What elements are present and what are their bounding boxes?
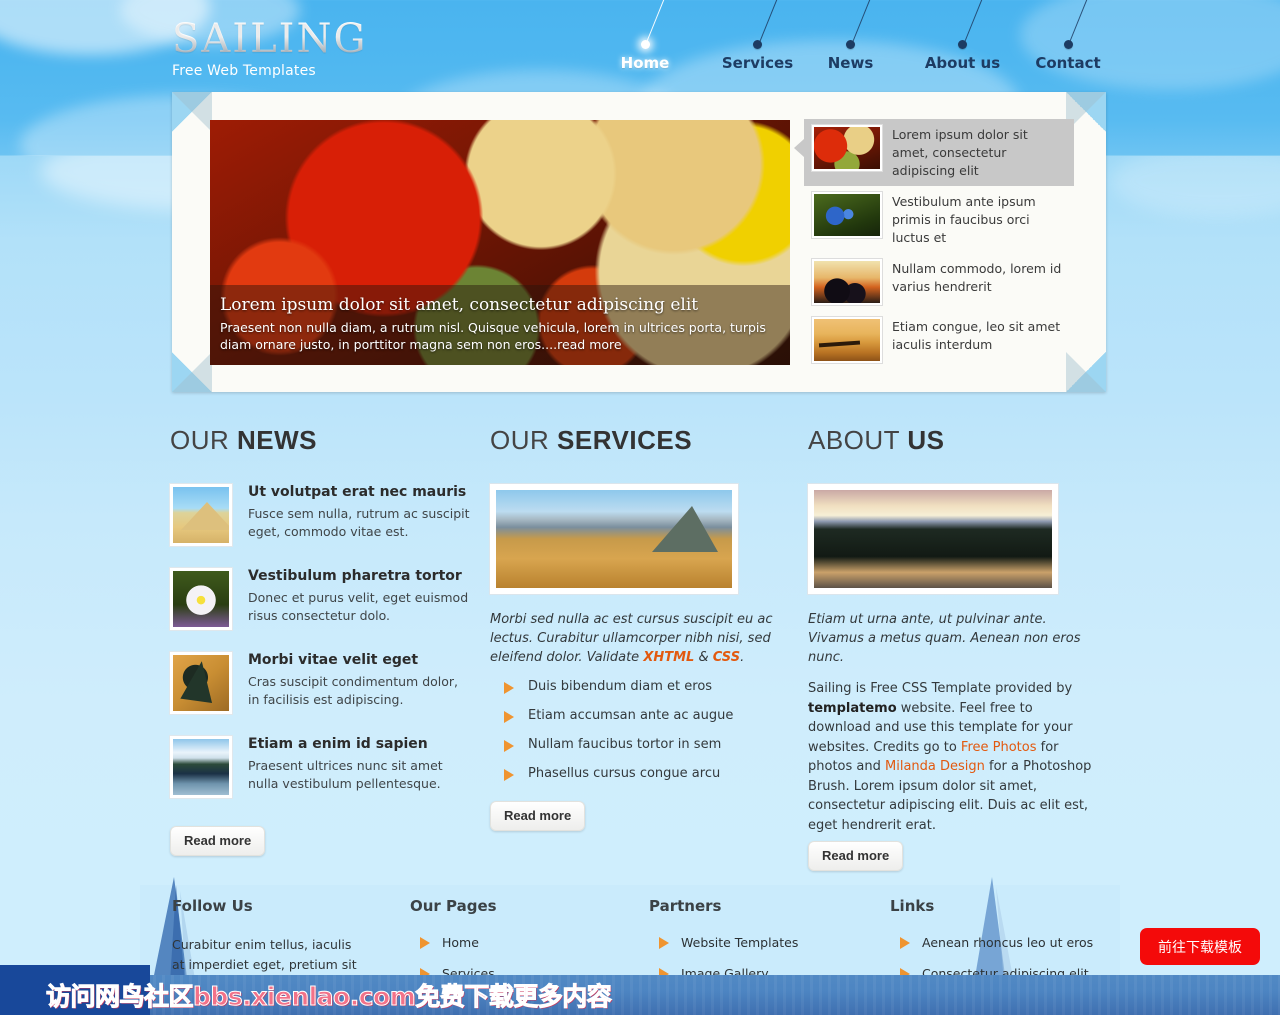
news-list-item[interactable]: Morbi vitae velit eget Cras suscipit con… <box>170 652 470 714</box>
news-item-title: Ut volutpat erat nec mauris <box>248 484 467 500</box>
nav-item-about-us[interactable]: About us <box>910 0 1015 72</box>
footer-link-item[interactable]: Aenean rhoncus leo ut eros <box>890 935 1094 966</box>
news-item-text: Cras suscipit condimentum dolor, in faci… <box>248 674 459 707</box>
slider-panel: Lorem ipsum dolor sit amet, consectetur … <box>172 92 1106 392</box>
services-column: OUR SERVICES Morbi sed nulla ac est curs… <box>490 425 790 831</box>
news-item-title: Vestibulum pharetra tortor <box>248 568 462 584</box>
slider-thumb-item[interactable]: Lorem ipsum dolor sit amet, consectetur … <box>794 119 1074 186</box>
nav-label: Contact <box>1035 54 1101 72</box>
services-intro: Morbi sed nulla ac est cursus suscipit e… <box>490 610 790 667</box>
about-intro: Etiam ut urna ante, ut pulvinar ante. Vi… <box>808 612 1081 665</box>
services-image <box>490 484 738 594</box>
news-item-image <box>170 652 232 714</box>
news-item-title: Morbi vitae velit eget <box>248 652 419 668</box>
news-item-text: Donec et purus velit, eget euismod risus… <box>248 590 469 623</box>
thumb-label: Lorem ipsum dolor sit amet, consectetur … <box>892 127 1028 178</box>
footer-heading: Follow Us <box>172 897 253 915</box>
rigging-line-icon <box>850 0 878 46</box>
thumb-label: Etiam congue, leo sit amet iaculis inter… <box>892 319 1061 352</box>
about-image <box>808 484 1058 594</box>
news-item-text: Fusce sem nulla, rutrum ac suscipit eget… <box>248 506 470 539</box>
templatemo-brand: templatemo <box>808 700 897 716</box>
rigging-line-icon <box>962 0 990 46</box>
slider-main-image[interactable]: Lorem ipsum dolor sit amet, consectetur … <box>210 120 790 365</box>
about-body-1: Sailing is Free CSS Template provided by <box>808 681 1073 696</box>
thumb-image <box>811 124 883 172</box>
news-column: OUR NEWS Ut volutpat erat nec mauris Fus… <box>170 425 470 856</box>
footer-heading: Partners <box>649 897 722 915</box>
watermark-text: 访问网鸟社区bbs.xienlao.com免费下载更多内容 <box>45 982 612 1012</box>
services-read-more-button[interactable]: Read more <box>490 801 586 831</box>
news-item-image <box>170 568 232 630</box>
free-photos-link[interactable]: Free Photos <box>961 740 1037 755</box>
nav-label: News <box>827 54 874 72</box>
slider-thumb-item[interactable]: Etiam congue, leo sit amet iaculis inter… <box>804 311 1074 369</box>
panel-corner-fold <box>172 92 212 132</box>
nav-label: Services <box>721 54 794 72</box>
nav-item-contact[interactable]: Contact <box>1022 0 1114 72</box>
css-link[interactable]: CSS <box>713 650 740 665</box>
rigging-line-icon <box>1068 0 1096 46</box>
panel-corner-fold <box>172 352 212 392</box>
news-item-text: Praesent ultrices nunc sit amet nulla ve… <box>248 758 443 791</box>
news-read-more-button[interactable]: Read more <box>170 826 266 856</box>
nav-label: Home <box>620 54 670 72</box>
logo-text: SAILING <box>172 16 368 62</box>
services-heading-bold: SERVICES <box>557 425 693 455</box>
news-item-image <box>170 736 232 798</box>
thumb-image <box>811 258 883 306</box>
about-heading-bold: US <box>907 425 945 455</box>
slider-thumb-item[interactable]: Nullam commodo, lorem id varius hendreri… <box>804 253 1074 311</box>
milanda-design-link[interactable]: Milanda Design <box>885 759 985 774</box>
thumb-image <box>811 191 883 239</box>
logo-tagline: Free Web Templates <box>172 63 316 79</box>
site-logo[interactable]: SAILING Free Web Templates <box>172 18 367 79</box>
nav-item-home[interactable]: Home <box>600 0 690 72</box>
slider-title: Lorem ipsum dolor sit amet, consectetur … <box>220 295 699 315</box>
thumb-image <box>811 316 883 364</box>
news-list-item[interactable]: Ut volutpat erat nec mauris Fusce sem nu… <box>170 484 470 546</box>
thumb-label: Vestibulum ante ipsum primis in faucibus… <box>892 194 1036 245</box>
news-heading-light: OUR <box>170 425 230 455</box>
nav-label: About us <box>924 54 1001 72</box>
services-intro-after: . <box>740 650 745 665</box>
footer-heading: Our Pages <box>410 897 497 915</box>
news-list-item[interactable]: Vestibulum pharetra tortor Donec et puru… <box>170 568 470 630</box>
slider-text: Praesent non nulla diam, a rutrum nisl. … <box>220 320 766 352</box>
news-item-image <box>170 484 232 546</box>
services-heading-light: OUR <box>490 425 550 455</box>
services-list-item[interactable]: Etiam accumsan ante ac augue <box>490 708 790 737</box>
main-navigation: Home Services News About us Contact <box>560 0 1140 90</box>
footer-link-item[interactable]: Website Templates <box>649 935 798 966</box>
about-body: Sailing is Free CSS Template provided by… <box>808 679 1093 835</box>
nav-item-services[interactable]: Services <box>710 0 805 72</box>
nav-item-news[interactable]: News <box>813 0 888 72</box>
rigging-line-icon <box>645 0 673 46</box>
services-feature-list: Duis bibendum diam et eros Etiam accumsa… <box>490 679 790 795</box>
about-column: ABOUT US Etiam ut urna ante, ut pulvinar… <box>808 425 1093 871</box>
cloud-shape <box>1110 156 1280 216</box>
slider-caption: Lorem ipsum dolor sit amet, consectetur … <box>210 285 790 365</box>
footer-link-item[interactable]: Home <box>410 935 497 966</box>
about-heading: ABOUT US <box>808 425 1093 456</box>
services-heading: OUR SERVICES <box>490 425 790 456</box>
services-list-item[interactable]: Duis bibendum diam et eros <box>490 679 790 708</box>
news-list-item[interactable]: Etiam a enim id sapien Praesent ultrices… <box>170 736 470 798</box>
news-item-title: Etiam a enim id sapien <box>248 736 428 752</box>
news-heading-bold: NEWS <box>237 425 318 455</box>
services-intro-amp: & <box>694 650 713 665</box>
news-heading: OUR NEWS <box>170 425 470 456</box>
about-read-more-button[interactable]: Read more <box>808 841 904 871</box>
xhtml-link[interactable]: XHTML <box>643 650 694 665</box>
services-list-item[interactable]: Nullam faucibus tortor in sem <box>490 737 790 766</box>
rigging-line-icon <box>757 0 785 46</box>
services-list-item[interactable]: Phasellus cursus congue arcu <box>490 766 790 795</box>
footer-heading: Links <box>890 897 935 915</box>
thumb-label: Nullam commodo, lorem id varius hendreri… <box>892 261 1062 294</box>
download-template-button[interactable]: 前往下载模板 <box>1140 928 1260 965</box>
slider-thumbnail-list: Lorem ipsum dolor sit amet, consectetur … <box>794 119 1074 369</box>
about-heading-light: ABOUT <box>808 425 900 455</box>
slider-thumb-item[interactable]: Vestibulum ante ipsum primis in faucibus… <box>804 186 1074 253</box>
